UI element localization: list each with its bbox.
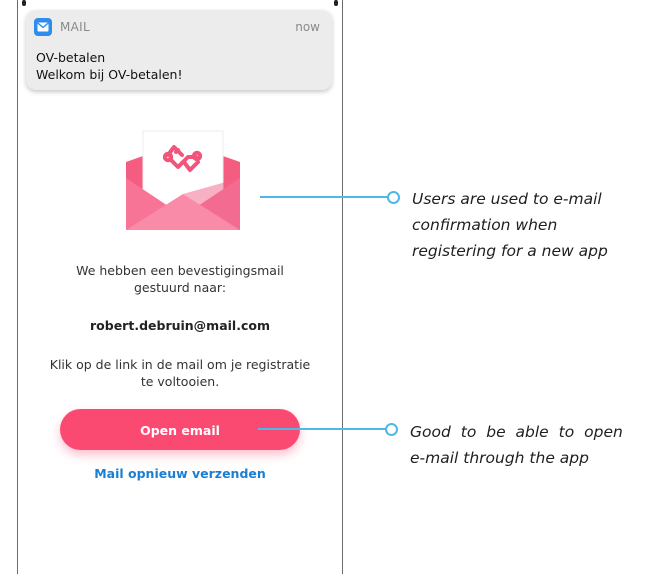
resend-mail-link[interactable]: Mail opnieuw verzenden xyxy=(18,466,342,481)
status-bar-corner xyxy=(22,0,26,6)
callout-marker-1 xyxy=(387,191,400,204)
annotation-2: Good to be able to open e-mail through t… xyxy=(410,419,623,471)
notification-body: Welkom bij OV-betalen! xyxy=(36,67,183,82)
confirmation-message: We hebben een bevestigingsmail gestuurd … xyxy=(18,262,342,296)
annotation-1-line: registering for a new app xyxy=(412,242,608,260)
notification-time: now xyxy=(295,20,320,34)
confirmation-message-line: We hebben een bevestigingsmail xyxy=(76,263,284,278)
instruction-message: Klik op de link in de mail om je registr… xyxy=(18,356,342,390)
annotation-2-line: e-mail through the app xyxy=(410,449,589,467)
mail-notification[interactable]: MAIL now OV-betalen Welkom bij OV-betale… xyxy=(26,10,332,90)
envelope-icon xyxy=(126,126,240,230)
callout-line-1 xyxy=(260,196,388,198)
status-bar-corner xyxy=(334,0,338,6)
email-address: robert.debruin@mail.com xyxy=(90,318,270,333)
instruction-message-line: Klik op de link in de mail om je registr… xyxy=(49,357,311,372)
mail-icon xyxy=(34,18,52,36)
notification-app-name: MAIL xyxy=(60,20,90,34)
confirmation-message-line: gestuurd naar: xyxy=(133,280,227,295)
instruction-message-line: te voltooien. xyxy=(140,374,220,389)
phone-screen: MAIL now OV-betalen Welkom bij OV-betale… xyxy=(17,0,343,574)
annotation-1-line: Users are used to e-mail xyxy=(412,190,602,208)
callout-marker-2 xyxy=(385,423,398,436)
annotation-1-line: confirmation when xyxy=(412,216,558,234)
notification-title: OV-betalen xyxy=(36,50,106,65)
annotation-2-line: Good to be able to open xyxy=(410,423,623,441)
annotation-1: Users are used to e-mail confirmation wh… xyxy=(412,186,608,264)
callout-line-2 xyxy=(258,428,386,430)
